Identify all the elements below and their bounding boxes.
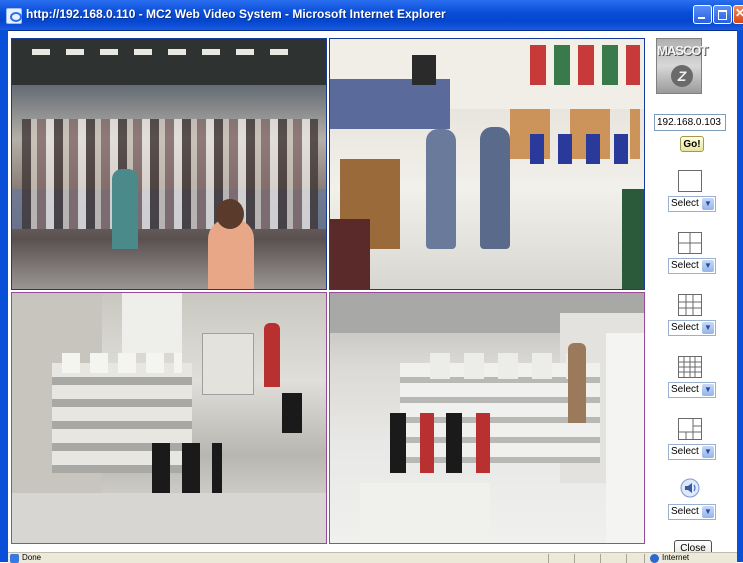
nine-view-icon[interactable] [678,294,702,316]
floor-shadow [12,493,326,543]
chairs [530,134,640,164]
logo-text: MASCOT [657,43,708,58]
person-foreground-head [216,199,244,229]
audio-select[interactable]: Select ▼ [668,504,716,520]
select-label: Select [671,322,699,333]
window [122,293,182,353]
close-icon[interactable] [733,5,743,24]
chevron-down-icon: ▼ [702,322,714,334]
layout-4-select[interactable]: Select ▼ [668,382,716,398]
window-title-bar: http://192.168.0.110 - MC2 Web Video Sys… [0,0,743,31]
video-grid [11,38,645,544]
layout-1-select[interactable]: Select ▼ [668,196,716,212]
status-bar: Done Internet [8,552,737,563]
person-woman-1 [426,129,456,249]
person-seated [282,393,302,433]
chevron-down-icon: ▼ [702,446,714,458]
window-frame-left [0,30,8,562]
go-button[interactable]: Go! [680,136,704,152]
select-label: Select [671,446,699,457]
service-counter [330,79,450,129]
persons-seated [390,413,500,473]
select-label: Select [671,260,699,271]
copier [202,333,254,395]
layout-2-select[interactable]: Select ▼ [668,258,716,274]
person-standing [568,343,586,423]
window-title: http://192.168.0.110 - MC2 Web Video Sys… [26,7,446,21]
mascot-logo: MASCOT Z [656,38,708,94]
camera-view-3[interactable] [11,292,327,544]
camera-view-4[interactable] [329,292,645,544]
person-left [112,169,138,249]
camera-view-1[interactable] [11,38,327,290]
single-view-icon[interactable] [678,170,702,192]
chevron-down-icon: ▼ [702,506,714,518]
ceiling [12,39,326,85]
sign-board [412,55,436,85]
camera-view-2[interactable] [329,38,645,290]
chairs [152,443,222,493]
pillar-right [606,333,644,543]
maximize-icon[interactable] [713,5,732,24]
desk-foreground [360,483,490,543]
layout-5-select[interactable]: Select ▼ [668,444,716,460]
person-red [264,323,280,387]
minimize-icon[interactable] [693,5,712,24]
logo-mark: Z [671,65,693,87]
ie-icon[interactable] [6,8,22,24]
chevron-down-icon: ▼ [702,384,714,396]
posters [530,45,640,85]
ceiling-lights [32,49,292,55]
ip-address-input[interactable] [654,114,726,131]
person-foreground [208,219,254,289]
custom-view-icon[interactable] [678,418,702,440]
crowd [22,119,318,229]
select-label: Select [671,384,699,395]
speaker-icon[interactable] [680,478,700,498]
monitors [62,353,182,373]
dark-wall-left [330,219,370,289]
layout-3-select[interactable]: Select ▼ [668,320,716,336]
monitors [430,353,580,379]
person-woman-2 [480,127,510,249]
control-panel: MASCOT Z Go! Select ▼ Select ▼ Select ▼ … [652,38,736,558]
chevron-down-icon: ▼ [702,198,714,210]
window-frame-right [737,30,743,562]
quad-view-icon[interactable] [678,232,702,254]
select-label: Select [671,506,699,517]
sixteen-view-icon[interactable] [678,356,702,378]
chevron-down-icon: ▼ [702,260,714,272]
select-label: Select [671,198,699,209]
pillar-right [622,189,644,289]
